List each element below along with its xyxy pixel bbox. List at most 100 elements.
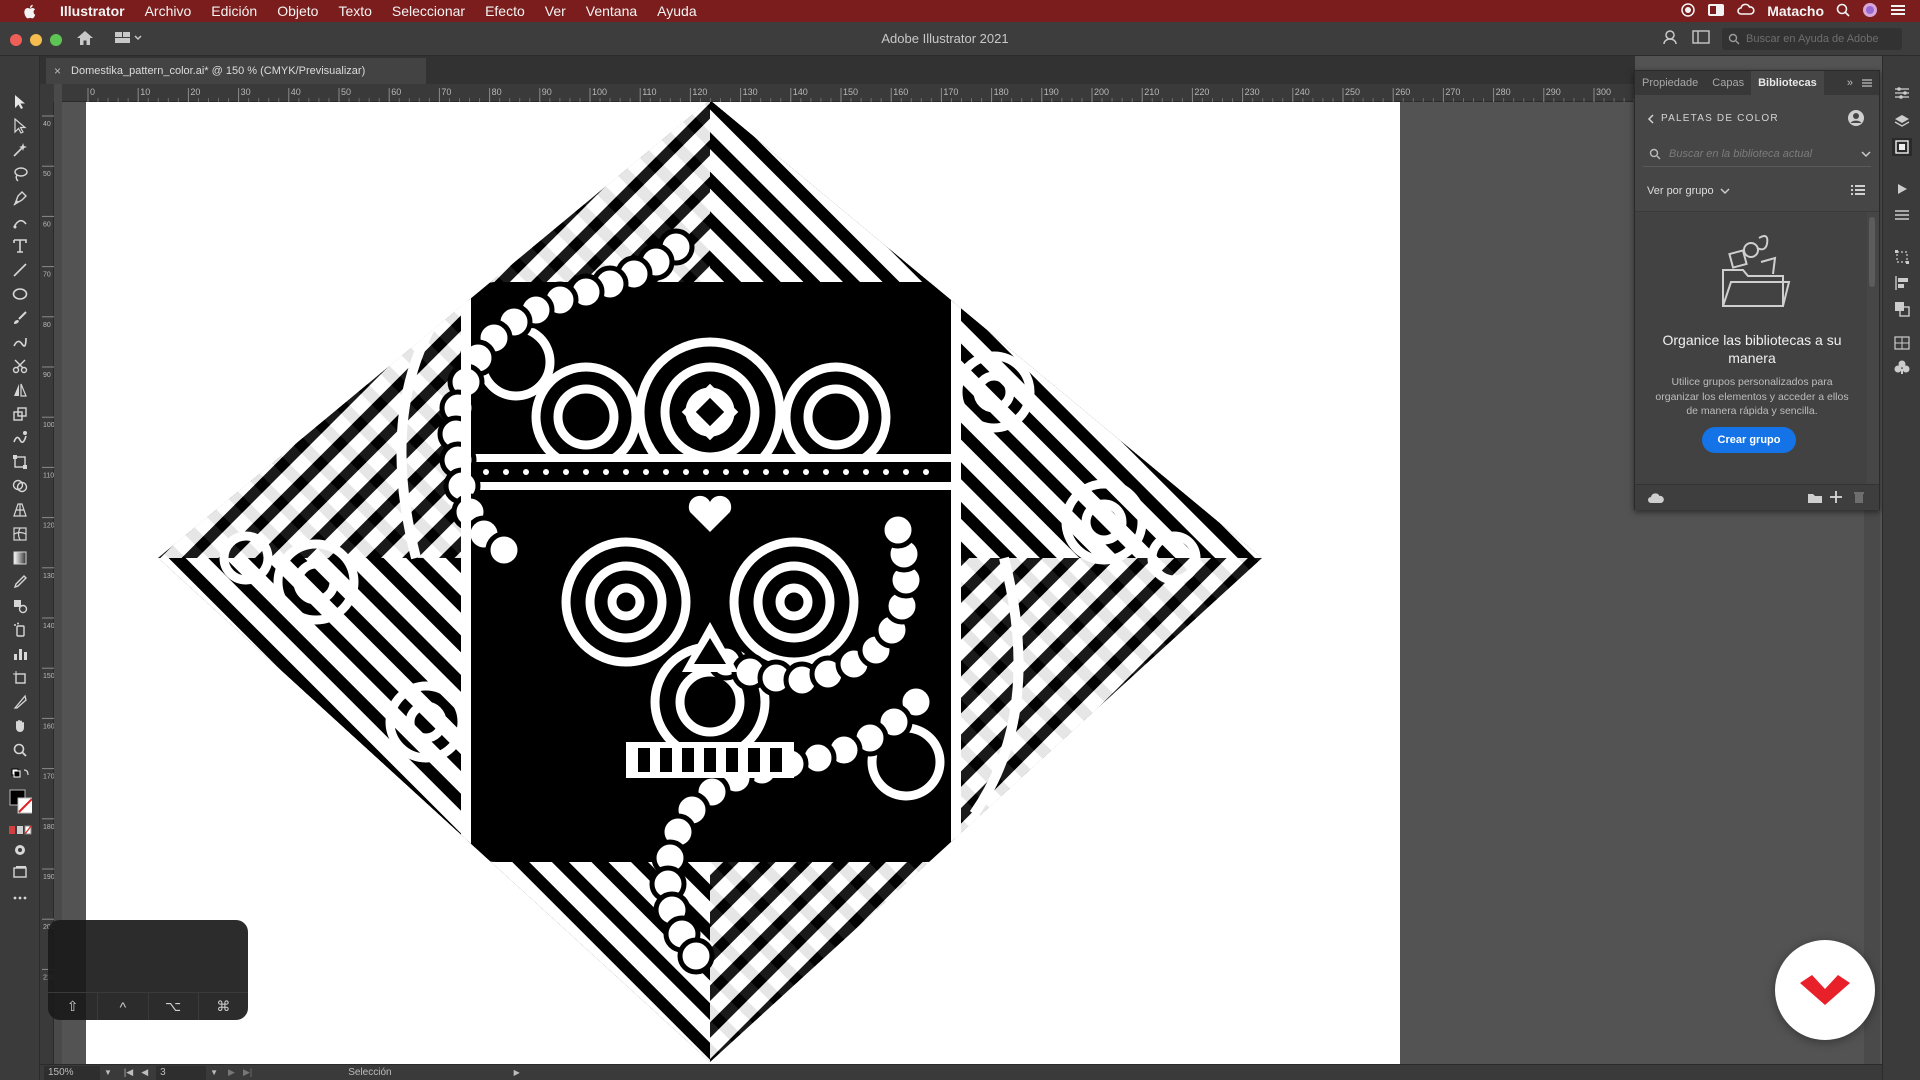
search-icon — [1649, 148, 1661, 159]
screen-icon[interactable] — [1707, 3, 1725, 20]
layers-panel-icon[interactable] — [1892, 112, 1912, 130]
zoom-level-field[interactable]: 150% — [44, 1065, 100, 1080]
properties-menu-icon[interactable] — [1892, 206, 1912, 224]
zoom-tool-icon[interactable] — [8, 740, 32, 760]
help-search-field[interactable]: Buscar en Ayuda de Adobe — [1722, 28, 1902, 50]
menu-seleccionar[interactable]: Seleccionar — [382, 0, 475, 22]
actions-play-icon[interactable] — [1892, 180, 1912, 198]
spotlight-search-icon[interactable] — [1836, 3, 1850, 20]
artboard-dropdown-icon[interactable]: ▼ — [210, 1068, 218, 1077]
selection-tool-icon[interactable] — [8, 92, 32, 112]
curvature-tool-icon[interactable] — [8, 212, 32, 232]
perspective-grid-tool-icon[interactable] — [8, 500, 32, 520]
direct-selection-tool-icon[interactable] — [8, 116, 32, 136]
tab-propiedades[interactable]: Propiedade — [1635, 71, 1705, 95]
line-tool-icon[interactable] — [8, 260, 32, 280]
apple-icon[interactable] — [18, 0, 40, 22]
menu-texto[interactable]: Texto — [328, 0, 381, 22]
shaper-tool-icon[interactable] — [8, 332, 32, 352]
column-graph-tool-icon[interactable] — [8, 644, 32, 664]
menu-objeto[interactable]: Objeto — [267, 0, 328, 22]
properties-panel-icon[interactable] — [1892, 84, 1912, 102]
libraries-panel-icon[interactable] — [1892, 138, 1912, 156]
library-search[interactable] — [1643, 141, 1871, 167]
menu-efecto[interactable]: Efecto — [475, 0, 535, 22]
vertical-ruler[interactable]: 40 50 60 70 80 90 100 110 120 130 140 150 160 170 180 1… — [40, 102, 55, 1064]
mandala-pattern-artwork[interactable] — [86, 102, 1400, 1064]
shape-builder-tool-icon[interactable] — [8, 476, 32, 496]
fill-stroke-swatch[interactable] — [8, 788, 32, 816]
type-tool-icon[interactable] — [8, 236, 32, 256]
close-tab-icon[interactable]: × — [54, 64, 61, 78]
user-name[interactable]: Matacho — [1767, 3, 1824, 19]
list-view-icon[interactable] — [1851, 183, 1865, 201]
share-user-icon[interactable] — [1662, 29, 1680, 50]
artboard-number-field[interactable]: 3 — [156, 1065, 207, 1080]
last-artboard-icon[interactable]: ▶| — [243, 1067, 252, 1078]
new-folder-icon[interactable] — [1807, 491, 1823, 509]
paintbrush-tool-icon[interactable] — [8, 308, 32, 328]
horizontal-ruler[interactable]: 0 10 20 30 40 50 60 70 80 90 100 110 120 130 140 150 160… — [62, 84, 1635, 102]
zoom-dropdown-icon[interactable]: ▼ — [104, 1068, 112, 1077]
color-mode-icon[interactable] — [8, 820, 32, 840]
swap-fill-stroke-icon[interactable] — [8, 764, 32, 784]
collaborate-user-icon[interactable] — [1847, 109, 1865, 132]
gradient-tool-icon[interactable] — [8, 548, 32, 568]
warp-tool-icon[interactable] — [8, 428, 32, 448]
pathfinder-panel-icon[interactable] — [1892, 300, 1912, 318]
swatches-panel-icon[interactable] — [1892, 334, 1912, 352]
eyedropper-tool-icon[interactable] — [8, 572, 32, 592]
slice-tool-icon[interactable] — [8, 692, 32, 712]
status-menu-arrow-icon[interactable]: ▶ — [514, 1068, 520, 1077]
siri-icon[interactable] — [1862, 2, 1878, 21]
menu-edicion[interactable]: Edición — [201, 0, 267, 22]
reflect-tool-icon[interactable] — [8, 380, 32, 400]
symbols-panel-icon[interactable] — [1892, 358, 1912, 376]
arrange-panels-icon[interactable] — [1692, 29, 1710, 50]
previous-artboard-icon[interactable]: ◀ — [141, 1067, 148, 1078]
menu-archivo[interactable]: Archivo — [135, 0, 202, 22]
menu-ventana[interactable]: Ventana — [576, 0, 647, 22]
chevron-down-icon[interactable] — [1861, 150, 1871, 158]
screen-mode-icon[interactable] — [8, 862, 32, 882]
ellipse-tool-icon[interactable] — [8, 284, 32, 304]
create-group-button[interactable]: Crear grupo — [1702, 427, 1796, 453]
draw-mode-icon[interactable] — [8, 840, 32, 860]
scissors-tool-icon[interactable] — [8, 356, 32, 376]
canvas-area[interactable] — [62, 102, 1635, 1064]
tab-capas[interactable]: Capas — [1705, 71, 1751, 95]
collapse-panel-icon[interactable]: » — [1847, 77, 1853, 89]
scale-tool-icon[interactable] — [8, 404, 32, 424]
lasso-tool-icon[interactable] — [8, 164, 32, 184]
control-center-icon[interactable] — [1890, 3, 1906, 20]
next-artboard-icon[interactable]: ▶ — [228, 1067, 235, 1078]
menu-illustrator[interactable]: Illustrator — [54, 0, 135, 22]
magic-wand-tool-icon[interactable] — [8, 140, 32, 160]
mesh-tool-icon[interactable] — [8, 524, 32, 544]
blend-tool-icon[interactable] — [8, 596, 32, 616]
add-icon[interactable] — [1829, 490, 1843, 509]
library-search-input[interactable] — [1669, 147, 1853, 160]
artboard-tool-icon[interactable] — [8, 668, 32, 688]
symbol-sprayer-tool-icon[interactable] — [8, 620, 32, 640]
pen-tool-icon[interactable] — [8, 188, 32, 208]
panel-scrollbar[interactable] — [1869, 217, 1875, 287]
first-artboard-icon[interactable]: |◀ — [124, 1067, 133, 1078]
panel-menu-icon[interactable] — [1861, 76, 1873, 94]
menu-ver[interactable]: Ver — [535, 0, 576, 22]
artboard[interactable] — [86, 102, 1400, 1064]
hand-tool-icon[interactable] — [8, 716, 32, 736]
menu-ayuda[interactable]: Ayuda — [647, 0, 706, 22]
transform-panel-icon[interactable] — [1892, 248, 1912, 266]
tab-bibliotecas[interactable]: Bibliotecas — [1751, 71, 1824, 95]
document-tab[interactable]: × Domestika_pattern_color.ai* @ 150 % (C… — [46, 58, 426, 84]
record-icon[interactable] — [1681, 2, 1695, 20]
view-by-dropdown[interactable]: Ver por grupo — [1647, 185, 1730, 197]
trash-icon[interactable] — [1853, 490, 1865, 509]
align-panel-icon[interactable] — [1892, 274, 1912, 292]
more-tools-icon[interactable] — [8, 888, 32, 908]
cloud-sync-icon[interactable] — [1647, 491, 1665, 509]
back-to-library-button[interactable]: PALETAS DE COLOR — [1647, 113, 1779, 124]
creative-cloud-icon[interactable] — [1737, 3, 1755, 20]
free-transform-tool-icon[interactable] — [8, 452, 32, 472]
